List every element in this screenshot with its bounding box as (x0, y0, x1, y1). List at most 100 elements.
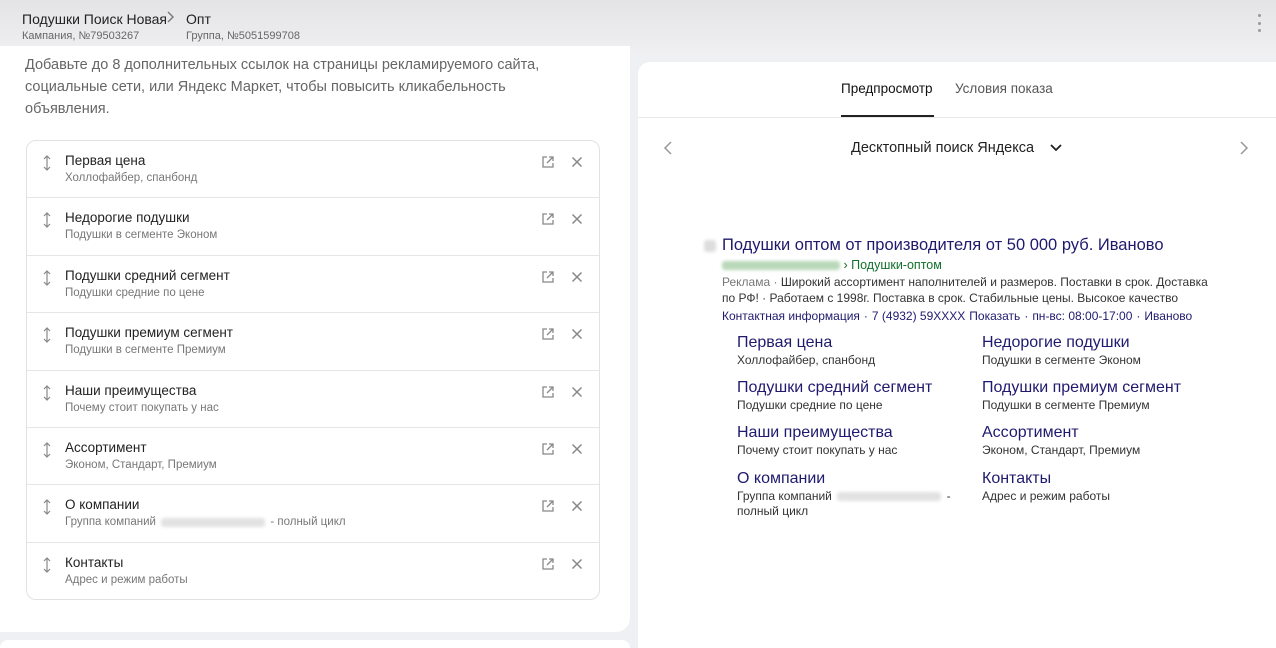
group-title[interactable]: Опт (186, 10, 300, 28)
ad-title[interactable]: Подушки оптом от производителя от 50 000… (722, 236, 1164, 255)
sitelink-title: О компании (65, 497, 140, 513)
sitelink-desc-text: Холлофайбер, спанбонд (65, 172, 198, 184)
favicon (704, 240, 716, 252)
preview-panel: Предпросмотр Условия показа Десктопный п… (638, 62, 1276, 648)
external-link-icon[interactable] (541, 557, 555, 571)
close-icon[interactable] (571, 271, 583, 283)
close-icon[interactable] (571, 443, 583, 455)
drag-handle-icon[interactable] (41, 556, 53, 573)
contact-separator: · (863, 309, 868, 323)
preview-sitelink-title[interactable]: Первая цена (737, 333, 967, 352)
preview-sitelink-desc-pre: Группа компаний (737, 489, 832, 503)
close-icon[interactable] (571, 328, 583, 340)
breadcrumb-campaign[interactable]: Подушки Поиск Новая Кампания, №79503267 (22, 10, 167, 44)
campaign-title[interactable]: Подушки Поиск Новая (22, 10, 167, 28)
external-link-icon[interactable] (541, 442, 555, 456)
preview-sitelink-desc-text: Почему стоит покупать у нас (737, 443, 898, 457)
drag-handle-icon[interactable] (41, 327, 53, 344)
chevron-left-icon[interactable] (662, 140, 674, 156)
preview-sitelink-desc: Эконом, Стандарт, Премиум (982, 443, 1212, 458)
close-icon[interactable] (571, 500, 583, 512)
chevron-right-icon[interactable] (1238, 140, 1250, 156)
preview-sitelink-title[interactable]: Подушки средний сегмент (737, 378, 967, 397)
sitelink-row[interactable]: Наши преимущества Почему стоит покупать … (27, 371, 599, 428)
device-selector[interactable]: Десктопный поиск Яндекса (851, 140, 1034, 156)
drag-handle-icon[interactable] (41, 499, 53, 516)
contact-item: Иваново (1144, 309, 1193, 323)
tab-display-conditions[interactable]: Условия показа (955, 81, 1053, 96)
preview-sitelink-desc-text: Холлофайбер, спанбонд (737, 353, 876, 367)
sitelink-title: Подушки премиум сегмент (65, 325, 233, 341)
sitelink-row[interactable]: Подушки премиум сегмент Подушки в сегмен… (27, 313, 599, 371)
sitelink-desc: Холлофайбер, спанбонд (65, 172, 197, 184)
drag-handle-icon[interactable] (41, 384, 53, 401)
close-icon[interactable] (571, 558, 583, 570)
sitelink-desc-post: - полный цикл (270, 516, 346, 529)
preview-sitelink-desc: Холлофайбер, спанбонд (737, 353, 967, 368)
preview-sitelink[interactable]: Недорогие подушки Подушки в сегменте Эко… (982, 333, 1212, 368)
preview-sitelink[interactable]: Контакты Адрес и режим работы (982, 469, 1212, 504)
more-menu-icon[interactable] (1256, 14, 1262, 32)
close-icon[interactable] (571, 213, 583, 225)
preview-sitelink[interactable]: О компании Группа компаний - полный цикл (737, 469, 967, 519)
preview-sitelink-title[interactable]: Подушки премиум сегмент (982, 378, 1212, 397)
sitelink-row[interactable]: Недорогие подушки Подушки в сегменте Эко… (27, 198, 599, 256)
close-icon[interactable] (571, 386, 583, 398)
chevron-right-icon (167, 11, 174, 23)
preview-sitelink-desc-text: Подушки средние по цене (737, 398, 883, 412)
preview-sitelink-desc-text: Подушки в сегменте Эконом (982, 353, 1141, 367)
preview-sitelink-desc-text: Эконом, Стандарт, Премиум (982, 443, 1141, 457)
close-icon[interactable] (571, 156, 583, 168)
preview-sitelink-title[interactable]: Недорогие подушки (982, 333, 1212, 352)
preview-sitelink[interactable]: Подушки премиум сегмент Подушки в сегмен… (982, 378, 1212, 413)
contact-item[interactable]: Контактная информация (722, 309, 860, 323)
preview-sitelink[interactable]: Ассортимент Эконом, Стандарт, Премиум (982, 423, 1212, 458)
preview-sitelink-title[interactable]: О компании (737, 469, 967, 488)
sitelinks-editor-panel: Добавьте до 8 дополнительных ссылок на с… (0, 46, 630, 632)
external-link-icon[interactable] (541, 327, 555, 341)
drag-handle-icon[interactable] (41, 269, 53, 286)
chevron-down-icon[interactable] (1049, 142, 1063, 154)
active-tab-indicator (841, 115, 934, 117)
external-link-icon[interactable] (541, 270, 555, 284)
tab-preview[interactable]: Предпросмотр (841, 81, 933, 96)
preview-sitelink-title[interactable]: Контакты (982, 469, 1212, 488)
drag-handle-icon[interactable] (41, 155, 53, 171)
sitelink-title: Наши преимущества (65, 382, 197, 398)
external-link-icon[interactable] (541, 385, 555, 399)
sitelink-desc-text: Почему стоит покупать у нас (65, 401, 219, 414)
sitelink-row[interactable]: Ассортимент Эконом, Стандарт, Премиум (27, 428, 599, 486)
sitelinks-intro-text: Добавьте до 8 дополнительных ссылок на с… (25, 57, 540, 117)
drag-handle-icon[interactable] (41, 442, 53, 458)
sitelink-desc: Почему стоит покупать у нас (65, 402, 219, 414)
sitelink-row[interactable]: Контакты Адрес и режим работы (27, 543, 599, 599)
preview-sitelink-title[interactable]: Ассортимент (982, 423, 1212, 442)
sitelink-desc-text: Адрес и режим работы (65, 573, 188, 586)
external-link-icon[interactable] (541, 155, 555, 169)
sitelink-desc-pre: Группа компаний (65, 516, 156, 529)
preview-sitelink-title[interactable]: Наши преимущества (737, 423, 967, 442)
contact-item: пн-вс: 08:00-17:00 (1032, 309, 1133, 323)
blurred-company-name (161, 517, 266, 527)
preview-tabs: Предпросмотр Условия показа (638, 62, 1276, 118)
contact-separator: · (1136, 309, 1141, 323)
preview-sitelink-desc: Подушки в сегменте Премиум (982, 398, 1212, 413)
sitelink-row[interactable]: Первая цена Холлофайбер, спанбонд (27, 141, 599, 199)
preview-sitelink[interactable]: Наши преимущества Почему стоит покупать … (737, 423, 967, 458)
sitelink-row[interactable]: Подушки средний сегмент Подушки средние … (27, 256, 599, 314)
preview-sitelink[interactable]: Подушки средний сегмент Подушки средние … (737, 378, 967, 413)
preview-sitelink-desc-text: Подушки в сегменте Премиум (982, 398, 1150, 412)
sitelinks-list: Первая цена Холлофайбер, спанбонд Недоро… (26, 140, 600, 600)
sitelink-desc: Группа компаний - полный цикл (65, 516, 346, 528)
sitelink-row[interactable]: О компании Группа компаний - полный цикл (27, 485, 599, 543)
breadcrumb-group[interactable]: Опт Группа, №5051599708 (186, 10, 300, 44)
external-link-icon[interactable] (541, 212, 555, 226)
sitelink-title: Ассортимент (65, 439, 147, 455)
contact-item[interactable]: Показать (969, 309, 1020, 323)
preview-sitelink[interactable]: Первая цена Холлофайбер, спанбонд (737, 333, 967, 368)
ad-url-path: › Подушки-оптом (843, 258, 942, 272)
external-link-icon[interactable] (541, 499, 555, 513)
drag-handle-icon[interactable] (41, 212, 53, 229)
ad-url[interactable]: › Подушки-оптом (722, 258, 942, 272)
contact-separator: · (1024, 309, 1029, 323)
